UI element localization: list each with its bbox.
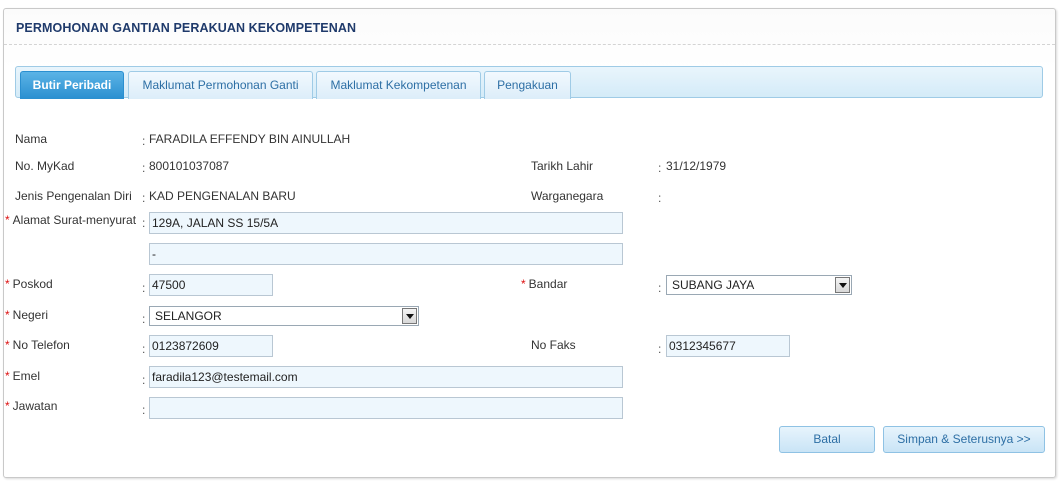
colon: :: [142, 281, 146, 295]
chevron-down-icon[interactable]: [835, 277, 850, 293]
panel-header: PERMOHONAN GANTIAN PERAKUAN KEKOMPETENAN: [4, 9, 1055, 45]
nama-value: FARADILA EFFENDY BIN AINULLAH: [149, 132, 351, 146]
poskod-input[interactable]: 47500: [149, 274, 273, 296]
required-marker: *: [5, 338, 10, 352]
tarikh-lahir-value: 31/12/1979: [666, 159, 727, 173]
page-title: PERMOHONAN GANTIAN PERAKUAN KEKOMPETENAN: [16, 21, 357, 35]
required-marker: *: [5, 277, 10, 291]
negeri-label-text: Negeri: [12, 308, 49, 322]
simpan-seterusnya-button[interactable]: Simpan & Seterusnya >>: [883, 426, 1045, 453]
negeri-select[interactable]: SELANGOR: [149, 306, 419, 326]
alamat-line1-input[interactable]: 129A, JALAN SS 15/5A: [149, 212, 623, 234]
colon: :: [658, 281, 662, 295]
colon: :: [142, 342, 146, 356]
emel-label: * Emel: [5, 369, 40, 383]
tarikh-lahir-label: Tarikh Lahir: [531, 159, 594, 173]
warganegara-label: Warganegara: [531, 189, 604, 203]
jenis-pengenalan-label: Jenis Pengenalan Diri: [15, 189, 132, 203]
bandar-label: * Bandar: [521, 277, 567, 291]
colon: :: [658, 161, 662, 175]
colon: :: [142, 161, 146, 175]
tab-maklumat-permohonan-ganti[interactable]: Maklumat Permohonan Ganti: [128, 71, 313, 99]
mykad-value: 800101037087: [149, 159, 230, 173]
no-telefon-label-text: No Telefon: [12, 338, 70, 352]
nama-label: Nama: [15, 132, 48, 146]
colon: :: [142, 134, 146, 148]
required-marker: *: [5, 308, 10, 322]
bandar-label-text: Bandar: [528, 277, 568, 291]
colon: :: [142, 191, 146, 205]
colon: :: [142, 216, 146, 230]
required-marker: *: [5, 399, 10, 413]
bandar-selected-value: SUBANG JAYA: [672, 278, 755, 292]
poskod-label: * Poskod: [5, 277, 53, 291]
jawatan-label-text: Jawatan: [12, 399, 58, 413]
negeri-selected-value: SELANGOR: [155, 309, 222, 323]
tab-butir-peribadi[interactable]: Butir Peribadi: [20, 71, 124, 99]
colon: :: [658, 342, 662, 356]
bandar-select[interactable]: SUBANG JAYA: [666, 275, 852, 295]
colon: :: [658, 191, 662, 205]
jawatan-input[interactable]: [149, 397, 623, 419]
required-marker: *: [5, 213, 10, 227]
emel-label-text: Emel: [12, 369, 41, 383]
colon: :: [142, 312, 146, 326]
batal-button[interactable]: Batal: [779, 426, 875, 453]
no-telefon-label: * No Telefon: [5, 338, 70, 352]
jawatan-label: * Jawatan: [5, 399, 57, 413]
required-marker: *: [521, 277, 526, 291]
alamat-label-text: Alamat Surat-menyurat: [12, 213, 137, 227]
colon: :: [142, 373, 146, 387]
no-faks-input[interactable]: 0312345677: [666, 335, 790, 357]
emel-input[interactable]: faradila123@testemail.com: [149, 366, 623, 388]
jenis-pengenalan-value: KAD PENGENALAN BARU: [149, 189, 296, 203]
tab-pengakuan[interactable]: Pengakuan: [484, 71, 571, 99]
no-faks-label: No Faks: [531, 338, 576, 352]
alamat-label: * Alamat Surat-menyurat: [5, 213, 136, 227]
colon: :: [142, 403, 146, 417]
poskod-label-text: Poskod: [12, 277, 53, 291]
no-telefon-input[interactable]: 0123872609: [149, 335, 273, 357]
negeri-label: * Negeri: [5, 308, 48, 322]
alamat-line2-input[interactable]: -: [149, 243, 623, 265]
chevron-down-icon[interactable]: [402, 308, 417, 324]
mykad-label: No. MyKad: [15, 159, 75, 173]
tab-bar: Butir Peribadi Maklumat Permohonan Ganti…: [15, 66, 1043, 99]
tab-maklumat-kekompetenan[interactable]: Maklumat Kekompetenan: [316, 71, 481, 99]
required-marker: *: [5, 369, 10, 383]
